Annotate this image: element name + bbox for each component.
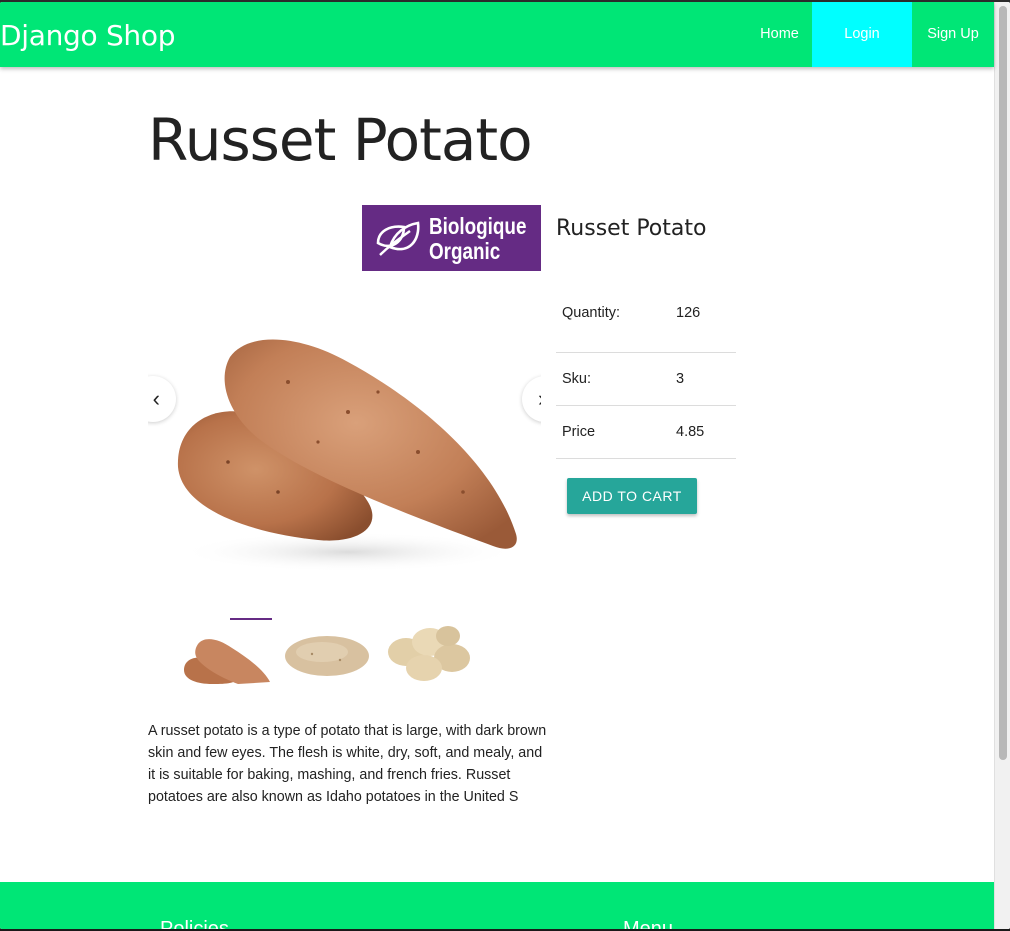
badge-line-2: Organic [429,238,501,264]
detail-row-sku: Sku: 3 [556,353,736,406]
footer-heading-menu: Menu [623,918,674,929]
image-carousel[interactable]: ‹ › [148,292,541,592]
thumbnail-2[interactable] [282,622,372,684]
product-name: Russet Potato [556,216,707,241]
thumbnail-1[interactable] [182,622,272,684]
detail-label: Price [562,424,596,440]
thumbnail-3[interactable] [386,622,476,684]
thumbnail-strip [180,616,480,686]
page-title: Russet Potato [148,106,533,174]
organic-badge: Biologique Organic [362,205,541,271]
add-to-cart-button[interactable]: ADD TO CART [567,478,697,514]
product-details-table: Quantity: 126 Sku: 3 Price 4.85 [556,282,736,459]
navbar: Django Shop Home Login Sign Up [0,2,994,67]
nav-login-link[interactable]: Login [812,2,912,67]
scrollbar-thumb[interactable] [999,6,1007,760]
footer-heading-policies: Policies [160,918,229,929]
active-thumbnail-indicator [230,618,272,620]
browser-viewport: Django Shop Home Login Sign Up Russet Po… [0,2,1010,929]
detail-value: 126 [676,305,701,321]
nav-signup-link[interactable]: Sign Up [912,2,994,67]
chevron-right-icon: › [538,386,541,411]
detail-row-price: Price 4.85 [556,406,736,459]
leaf-icon [376,221,420,256]
vertical-scrollbar[interactable] [994,2,1010,929]
nav-home-link[interactable]: Home [747,2,812,67]
brand-logo[interactable]: Django Shop [0,19,175,52]
product-description: A russet potato is a type of potato that… [148,723,547,805]
detail-value: 4.85 [676,424,705,440]
detail-label: Sku: [562,371,592,387]
chevron-left-icon: ‹ [152,386,160,411]
detail-row-quantity: Quantity: 126 [556,282,736,353]
badge-line-1: Biologique [429,213,527,239]
detail-value: 3 [676,371,685,387]
footer: Policies Menu [0,882,994,929]
product-image [177,339,518,572]
detail-label: Quantity: [562,305,621,321]
